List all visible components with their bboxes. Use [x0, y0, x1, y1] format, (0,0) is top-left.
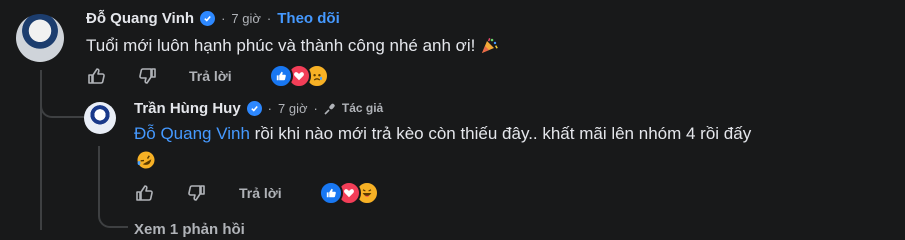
- comment-author[interactable]: Đỗ Quang Vinh: [86, 10, 194, 27]
- follow-button[interactable]: Theo dõi: [277, 10, 340, 27]
- mention-link[interactable]: Đỗ Quang Vinh: [134, 124, 250, 144]
- reply-button[interactable]: Trả lời: [239, 185, 282, 201]
- reply-actions: Trả lời: [134, 181, 379, 205]
- dot-separator: ·: [266, 10, 272, 26]
- reply-author[interactable]: Trần Hùng Huy: [134, 100, 241, 117]
- like-button-icon[interactable]: [86, 66, 106, 86]
- comment-header: Đỗ Quang Vinh · 7 giờ · Theo dõi: [86, 8, 340, 28]
- reply-time[interactable]: 7 giờ: [278, 101, 308, 116]
- microphone-icon: [324, 102, 336, 115]
- like-button-icon[interactable]: [134, 183, 154, 203]
- verified-badge-icon: [246, 100, 262, 116]
- party-popper-icon: [480, 37, 499, 55]
- dislike-button-icon[interactable]: [187, 183, 207, 203]
- reply-avatar[interactable]: [84, 102, 116, 134]
- dislike-button-icon[interactable]: [138, 66, 158, 86]
- reply-text: rồi khi nào mới trả kèo còn thiếu đây.. …: [249, 124, 752, 143]
- reply-body-line1: Đỗ Quang Vinh rồi khi nào mới trả kèo cò…: [134, 122, 751, 146]
- reactions-summary[interactable]: [318, 181, 379, 205]
- thread-connector: [40, 82, 88, 118]
- dot-separator: ·: [221, 10, 226, 26]
- reply-body-line2: [136, 149, 156, 171]
- comment-text: Tuổi mới luôn hạnh phúc và thành công nh…: [86, 36, 476, 55]
- reply-header: Trần Hùng Huy · 7 giờ · Tác giả: [134, 98, 383, 118]
- view-replies-link[interactable]: Xem 1 phản hồi: [134, 220, 245, 240]
- comment-actions: Trả lời: [86, 64, 329, 88]
- reply-button[interactable]: Trả lời: [189, 68, 232, 84]
- dot-separator: ·: [267, 100, 273, 116]
- like-icon: [318, 181, 343, 205]
- dot-separator: ·: [313, 100, 318, 116]
- verified-badge-icon: [200, 10, 216, 26]
- reply-thread-connector: [98, 200, 128, 228]
- reactions-summary[interactable]: [268, 64, 329, 88]
- avatar[interactable]: [16, 14, 64, 62]
- comment-time[interactable]: 7 giờ: [231, 11, 261, 26]
- rofl-emoji-icon: [136, 150, 156, 170]
- comment-body: Tuổi mới luôn hạnh phúc và thành công nh…: [86, 34, 499, 58]
- author-badge: Tác giả: [341, 101, 384, 115]
- like-icon: [268, 64, 293, 88]
